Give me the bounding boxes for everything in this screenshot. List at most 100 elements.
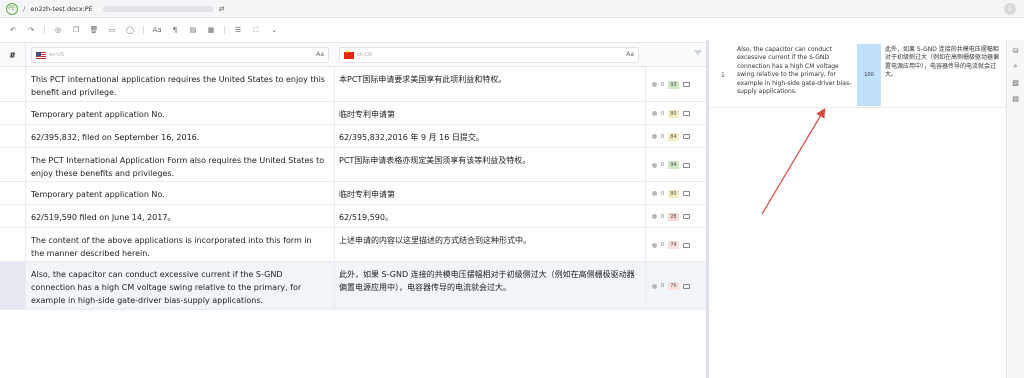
target-segment[interactable]: 临时专利申请第 bbox=[339, 108, 639, 121]
status-dot-icon[interactable] bbox=[652, 162, 657, 168]
tm-match-index: 1 bbox=[721, 72, 725, 79]
segment-status: 0 76 bbox=[652, 282, 690, 290]
segment-number-cell[interactable] bbox=[0, 67, 26, 101]
segment-number-cell[interactable] bbox=[0, 228, 26, 261]
segment-number-cell[interactable] bbox=[0, 205, 26, 227]
segment-row[interactable]: Temporary patent application No. 临时专利申请第 0… bbox=[0, 102, 706, 125]
tag-icon[interactable]: ▭ bbox=[107, 25, 117, 35]
comment-icon[interactable] bbox=[682, 242, 690, 248]
segment-number-header: # bbox=[0, 43, 26, 67]
editor-toolbar: ↶ ↷ ◎ ❐ 🗑 ▭ ◯ Aa ¶ ▤ ▦ ☰ ⛶ ⌄ bbox=[0, 22, 279, 38]
source-segment: Temporary patent application No. bbox=[31, 190, 165, 199]
document-filename[interactable]: en2zh-test.docx:PE bbox=[30, 5, 92, 13]
column-divider bbox=[645, 148, 646, 181]
chevron-down-icon[interactable]: ⌄ bbox=[269, 25, 279, 35]
match-score-badge: 74 bbox=[668, 241, 679, 249]
column-divider bbox=[645, 262, 646, 309]
target-segment[interactable]: PCT国际申请表格亦规定美国须享有该等利益及特权。 bbox=[339, 154, 639, 167]
segment-row[interactable]: 62/519,590 filed on June 14, 2017。 62/519… bbox=[0, 205, 706, 228]
breadcrumb-separator: / bbox=[23, 4, 26, 13]
status-dot-icon[interactable] bbox=[652, 82, 657, 87]
status-dot-icon[interactable] bbox=[652, 191, 657, 196]
comment-count: 0 bbox=[661, 242, 665, 248]
paragraph-icon[interactable]: ¶ bbox=[170, 25, 180, 35]
target-segment[interactable]: 临时专利申请第 bbox=[339, 188, 639, 201]
segment-status: 0 74 bbox=[652, 241, 690, 249]
target-segment[interactable]: 此外，如果 S-GND 连接的共模电压摆幅相对于初级侧过大（例如在高侧栅极驱动器… bbox=[339, 268, 639, 294]
glossary-icon[interactable]: ▧ bbox=[1011, 78, 1020, 87]
font-case-icon[interactable]: Aa bbox=[152, 25, 162, 35]
match-score-badge: 84 bbox=[668, 132, 679, 141]
tm-match-target[interactable]: 此外，如果 S-GND 连接的共模电压摆幅相对于初级侧过大（例如在高侧栅极驱动器… bbox=[885, 46, 1003, 80]
copy-icon[interactable]: ❐ bbox=[71, 25, 81, 35]
source-segment: Also, the capacitor can conduct excessiv… bbox=[31, 270, 302, 305]
comment-icon[interactable]: ◯ bbox=[125, 25, 135, 35]
target-segment[interactable]: 62/395,832,2016 年 9 月 16 日提交。 bbox=[339, 131, 639, 144]
document-icon[interactable]: ▤ bbox=[1011, 94, 1020, 103]
column-divider bbox=[334, 102, 335, 124]
filter-doc-icon[interactable]: ▤ bbox=[188, 25, 198, 35]
delete-icon[interactable]: 🗑 bbox=[89, 25, 99, 35]
search-doc-icon[interactable]: ⌕ bbox=[1011, 62, 1020, 71]
target-segment[interactable]: 上述申请的内容以这里描述的方式结合到这种形式中。 bbox=[339, 234, 639, 247]
source-language-field[interactable]: en-US Aa bbox=[31, 47, 329, 63]
segment-number-cell[interactable] bbox=[0, 182, 26, 204]
segment-status: 0 93 bbox=[652, 80, 690, 89]
segment-number-cell[interactable] bbox=[0, 125, 26, 147]
filter-icon[interactable] bbox=[694, 50, 702, 56]
comment-icon[interactable] bbox=[682, 283, 690, 289]
target-segment[interactable]: 本PCT国际申请要求美国享有此项利益和特权。 bbox=[339, 73, 639, 86]
status-dot-icon[interactable] bbox=[652, 111, 657, 116]
match-score-badge: 28 bbox=[668, 212, 679, 221]
app-logo[interactable]: PE bbox=[6, 2, 18, 15]
target-case-toggle[interactable]: Aa bbox=[626, 51, 634, 58]
tm-match-source: Also, the capacitor can conduct excessiv… bbox=[737, 46, 852, 96]
match-score-badge: 94 bbox=[668, 161, 679, 169]
match-score-badge: 80 bbox=[668, 189, 679, 198]
fullscreen-icon[interactable]: ⛶ bbox=[251, 25, 261, 35]
status-dot-icon[interactable] bbox=[652, 134, 657, 139]
match-score-badge: 76 bbox=[668, 282, 679, 290]
segment-row[interactable]: 62/395,832, filed on September 16, 2016.… bbox=[0, 125, 706, 148]
tm-match-row[interactable]: 1 Also, the capacitor can conduct excess… bbox=[709, 42, 1006, 108]
grid-icon[interactable]: ▦ bbox=[206, 25, 216, 35]
source-language-code: en-US bbox=[49, 52, 64, 58]
source-segment: The PCT International Application Form a… bbox=[31, 156, 325, 178]
column-divider bbox=[645, 228, 646, 261]
column-divider bbox=[645, 182, 646, 204]
segment-row[interactable]: Also, the capacitor can conduct excessiv… bbox=[0, 262, 706, 310]
undo-icon[interactable]: ↶ bbox=[8, 25, 18, 35]
target-segment[interactable]: 62/519,590。 bbox=[339, 211, 639, 224]
source-case-toggle[interactable]: Aa bbox=[316, 51, 324, 58]
comment-icon[interactable] bbox=[682, 82, 690, 87]
tm-match-score: 100 bbox=[857, 44, 881, 106]
status-dot-icon[interactable] bbox=[652, 283, 657, 289]
comment-count: 0 bbox=[661, 213, 665, 220]
grid-header: # en-US Aa zh-CN Aa bbox=[0, 43, 706, 67]
status-dot-icon[interactable] bbox=[652, 242, 657, 248]
segment-row[interactable]: This PCT international application requi… bbox=[0, 67, 706, 102]
column-divider bbox=[334, 67, 335, 101]
comment-icon[interactable] bbox=[682, 214, 690, 219]
target-language-field[interactable]: zh-CN Aa bbox=[339, 47, 639, 63]
comment-icon[interactable] bbox=[682, 134, 690, 139]
segment-status: 0 28 bbox=[652, 212, 690, 221]
segment-number-cell[interactable] bbox=[0, 102, 26, 124]
comment-icon[interactable] bbox=[682, 191, 690, 196]
segment-row[interactable]: The content of the above applications is… bbox=[0, 228, 706, 262]
list-filter-icon[interactable]: ☰ bbox=[233, 25, 243, 35]
refresh-icon[interactable]: ⇄ bbox=[219, 5, 225, 13]
status-dot-icon[interactable] bbox=[652, 214, 657, 219]
segment-number-cell[interactable] bbox=[0, 262, 26, 309]
column-divider bbox=[334, 228, 335, 261]
segment-number-cell[interactable] bbox=[0, 148, 26, 181]
redo-icon[interactable]: ↷ bbox=[26, 25, 36, 35]
comment-icon[interactable] bbox=[682, 111, 690, 116]
database-icon[interactable]: ⛁ bbox=[1011, 46, 1020, 55]
segment-row[interactable]: Temporary patent application No. 临时专利申请第 0… bbox=[0, 182, 706, 205]
comment-icon[interactable] bbox=[682, 162, 690, 168]
segment-row[interactable]: The PCT International Application Form a… bbox=[0, 148, 706, 182]
comment-count: 0 bbox=[661, 81, 665, 88]
avatar[interactable]: E bbox=[1004, 3, 1016, 15]
check-circle-icon[interactable]: ◎ bbox=[53, 25, 63, 35]
